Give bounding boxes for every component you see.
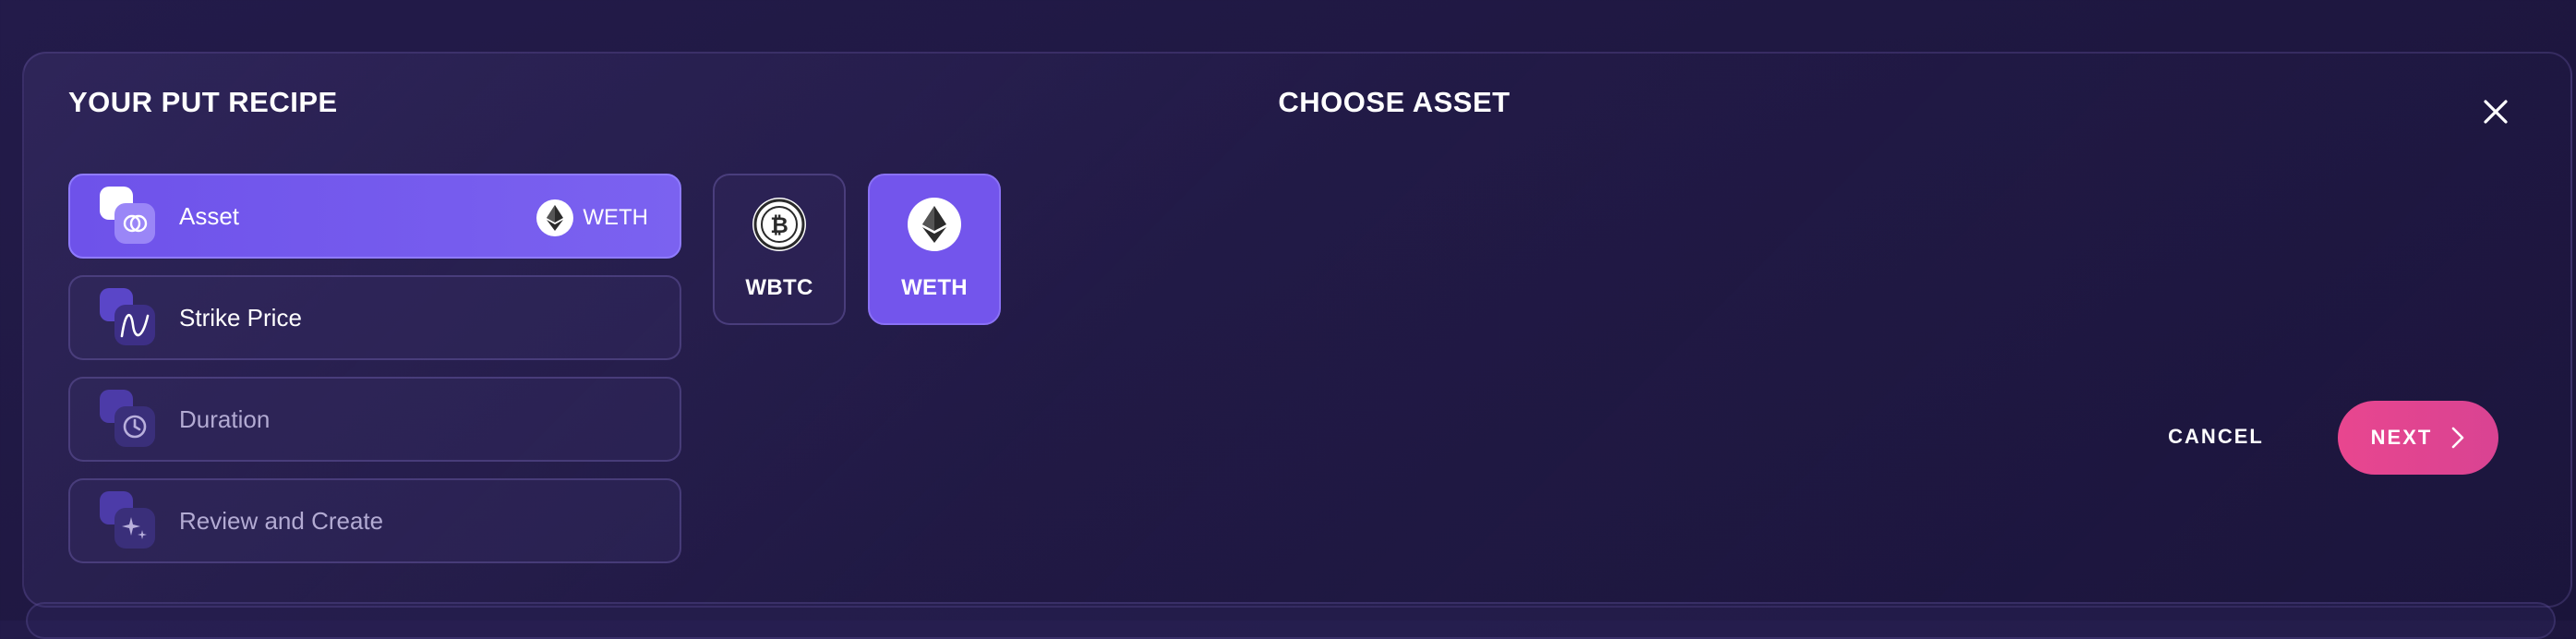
bitcoin-icon: ₿: [752, 198, 806, 251]
sparkle-icon: [100, 491, 159, 550]
recipe-title: YOUR PUT RECIPE: [68, 86, 338, 118]
step-label: Review and Create: [179, 506, 384, 535]
svg-text:₿: ₿: [770, 212, 788, 238]
clock-icon: [100, 390, 159, 449]
step-label: Strike Price: [179, 303, 302, 332]
strike-curve-icon: [100, 288, 159, 347]
close-button[interactable]: [2480, 96, 2511, 127]
step-review-and-create[interactable]: Review and Create: [68, 478, 681, 563]
cancel-button[interactable]: CANCEL: [2151, 414, 2281, 460]
choose-asset-title: CHOOSE ASSET: [1278, 86, 1511, 118]
selected-asset-pill: WETH: [536, 199, 648, 236]
step-label: Duration: [179, 404, 271, 433]
next-label: NEXT: [2370, 426, 2433, 449]
step-duration[interactable]: Duration: [68, 377, 681, 462]
asset-name: WBTC: [745, 275, 813, 300]
step-asset[interactable]: Asset WETH: [68, 174, 681, 259]
ethereum-icon: [908, 198, 961, 251]
close-icon: [2484, 100, 2508, 124]
asset-name: WETH: [901, 275, 968, 300]
lower-panel-edge: [26, 602, 2556, 639]
chevron-right-icon: [2452, 427, 2464, 449]
asset-stack-icon: [100, 187, 159, 246]
step-label: Asset: [179, 201, 240, 230]
asset-card-weth[interactable]: WETH: [868, 174, 1001, 325]
asset-card-wbtc[interactable]: ₿ WBTC: [713, 174, 846, 325]
next-button[interactable]: NEXT: [2338, 401, 2498, 475]
selected-asset-value: WETH: [583, 205, 648, 230]
step-strike-price[interactable]: Strike Price: [68, 275, 681, 360]
ethereum-icon: [536, 199, 574, 236]
